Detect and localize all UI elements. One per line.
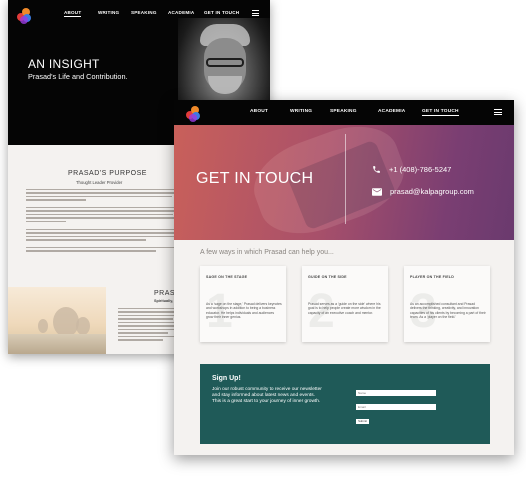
landscape-image: [8, 287, 106, 354]
phone-number[interactable]: +1 (408)-786-5247: [389, 165, 451, 174]
signup-description: Join our robust community to receive our…: [212, 387, 322, 404]
prasad-section-paragraph: [118, 308, 178, 343]
contact-hero-title: GET IN TOUCH: [196, 170, 314, 187]
purpose-paragraph-3: [26, 229, 176, 243]
purpose-subtitle: Thought Leader Provider: [76, 180, 123, 185]
nav-speaking[interactable]: SPEAKING: [131, 10, 157, 15]
phone-icon: [373, 166, 380, 173]
mockup-stage: ABOUT WRITING SPEAKING ACADEMIA GET IN T…: [0, 0, 526, 477]
email-contact[interactable]: prasad@kalpagroup.com: [372, 187, 474, 196]
menu-icon[interactable]: [494, 109, 502, 117]
email-field[interactable]: [356, 404, 436, 410]
card-title: SAGE ON THE STAGE: [206, 275, 248, 279]
nav-academia[interactable]: ACADEMIA: [168, 10, 194, 15]
name-field[interactable]: [356, 390, 436, 396]
nav-get-in-touch[interactable]: GET IN TOUCH: [422, 109, 459, 116]
purpose-title: PRASAD'S PURPOSE: [68, 170, 147, 177]
service-card-player[interactable]: 3 PLAYER ON THE FIELD As an accomplished…: [404, 266, 490, 342]
about-hero-title: AN INSIGHT: [28, 57, 100, 71]
purpose-paragraph-4: [26, 247, 176, 254]
purpose-paragraph-2: [26, 207, 176, 224]
nav-speaking[interactable]: SPEAKING: [330, 109, 357, 114]
nav-writing[interactable]: WRITING: [290, 109, 312, 114]
menu-icon[interactable]: [252, 10, 259, 18]
hero-divider: [345, 134, 346, 224]
about-hero-subtitle: Prasad's Life and Contribution.: [28, 72, 128, 81]
card-body: Prasad serves as a 'guide on the side' w…: [308, 302, 381, 315]
brand-logo[interactable]: [17, 8, 31, 24]
signup-section: Sign Up! Join our robust community to re…: [200, 364, 490, 444]
service-card-sage[interactable]: 1 SAGE ON THE STAGE As a 'sage on the st…: [200, 266, 286, 342]
submit-button[interactable]: Submit: [356, 419, 369, 424]
ways-heading: A few ways in which Prasad can help you.…: [200, 249, 334, 256]
contact-page-mockup: ABOUT WRITING SPEAKING ACADEMIA GET IN T…: [174, 100, 514, 455]
mail-icon: [372, 187, 382, 196]
nav-about[interactable]: ABOUT: [64, 10, 82, 17]
phone-contact[interactable]: +1 (408)-786-5247: [372, 165, 451, 174]
email-address[interactable]: prasad@kalpagroup.com: [390, 187, 474, 196]
contact-nav: ABOUT WRITING SPEAKING ACADEMIA GET IN T…: [174, 100, 514, 125]
purpose-paragraph-1: [26, 189, 176, 203]
brand-logo[interactable]: [186, 106, 200, 122]
nav-writing[interactable]: WRITING: [98, 10, 119, 15]
nav-about[interactable]: ABOUT: [250, 109, 268, 114]
nav-academia[interactable]: ACADEMIA: [378, 109, 405, 114]
card-body: As a 'sage on the stage,' Prasad deliver…: [206, 302, 282, 320]
nav-get-in-touch[interactable]: GET IN TOUCH: [204, 10, 239, 15]
card-title: PLAYER ON THE FIELD: [410, 275, 455, 279]
service-card-guide[interactable]: 2 GUIDE ON THE SIDE Prasad serves as a '…: [302, 266, 388, 342]
card-title: GUIDE ON THE SIDE: [308, 275, 347, 279]
signup-title: Sign Up!: [212, 375, 241, 382]
card-body: As an accomplished consultant and Prasad…: [410, 302, 486, 320]
